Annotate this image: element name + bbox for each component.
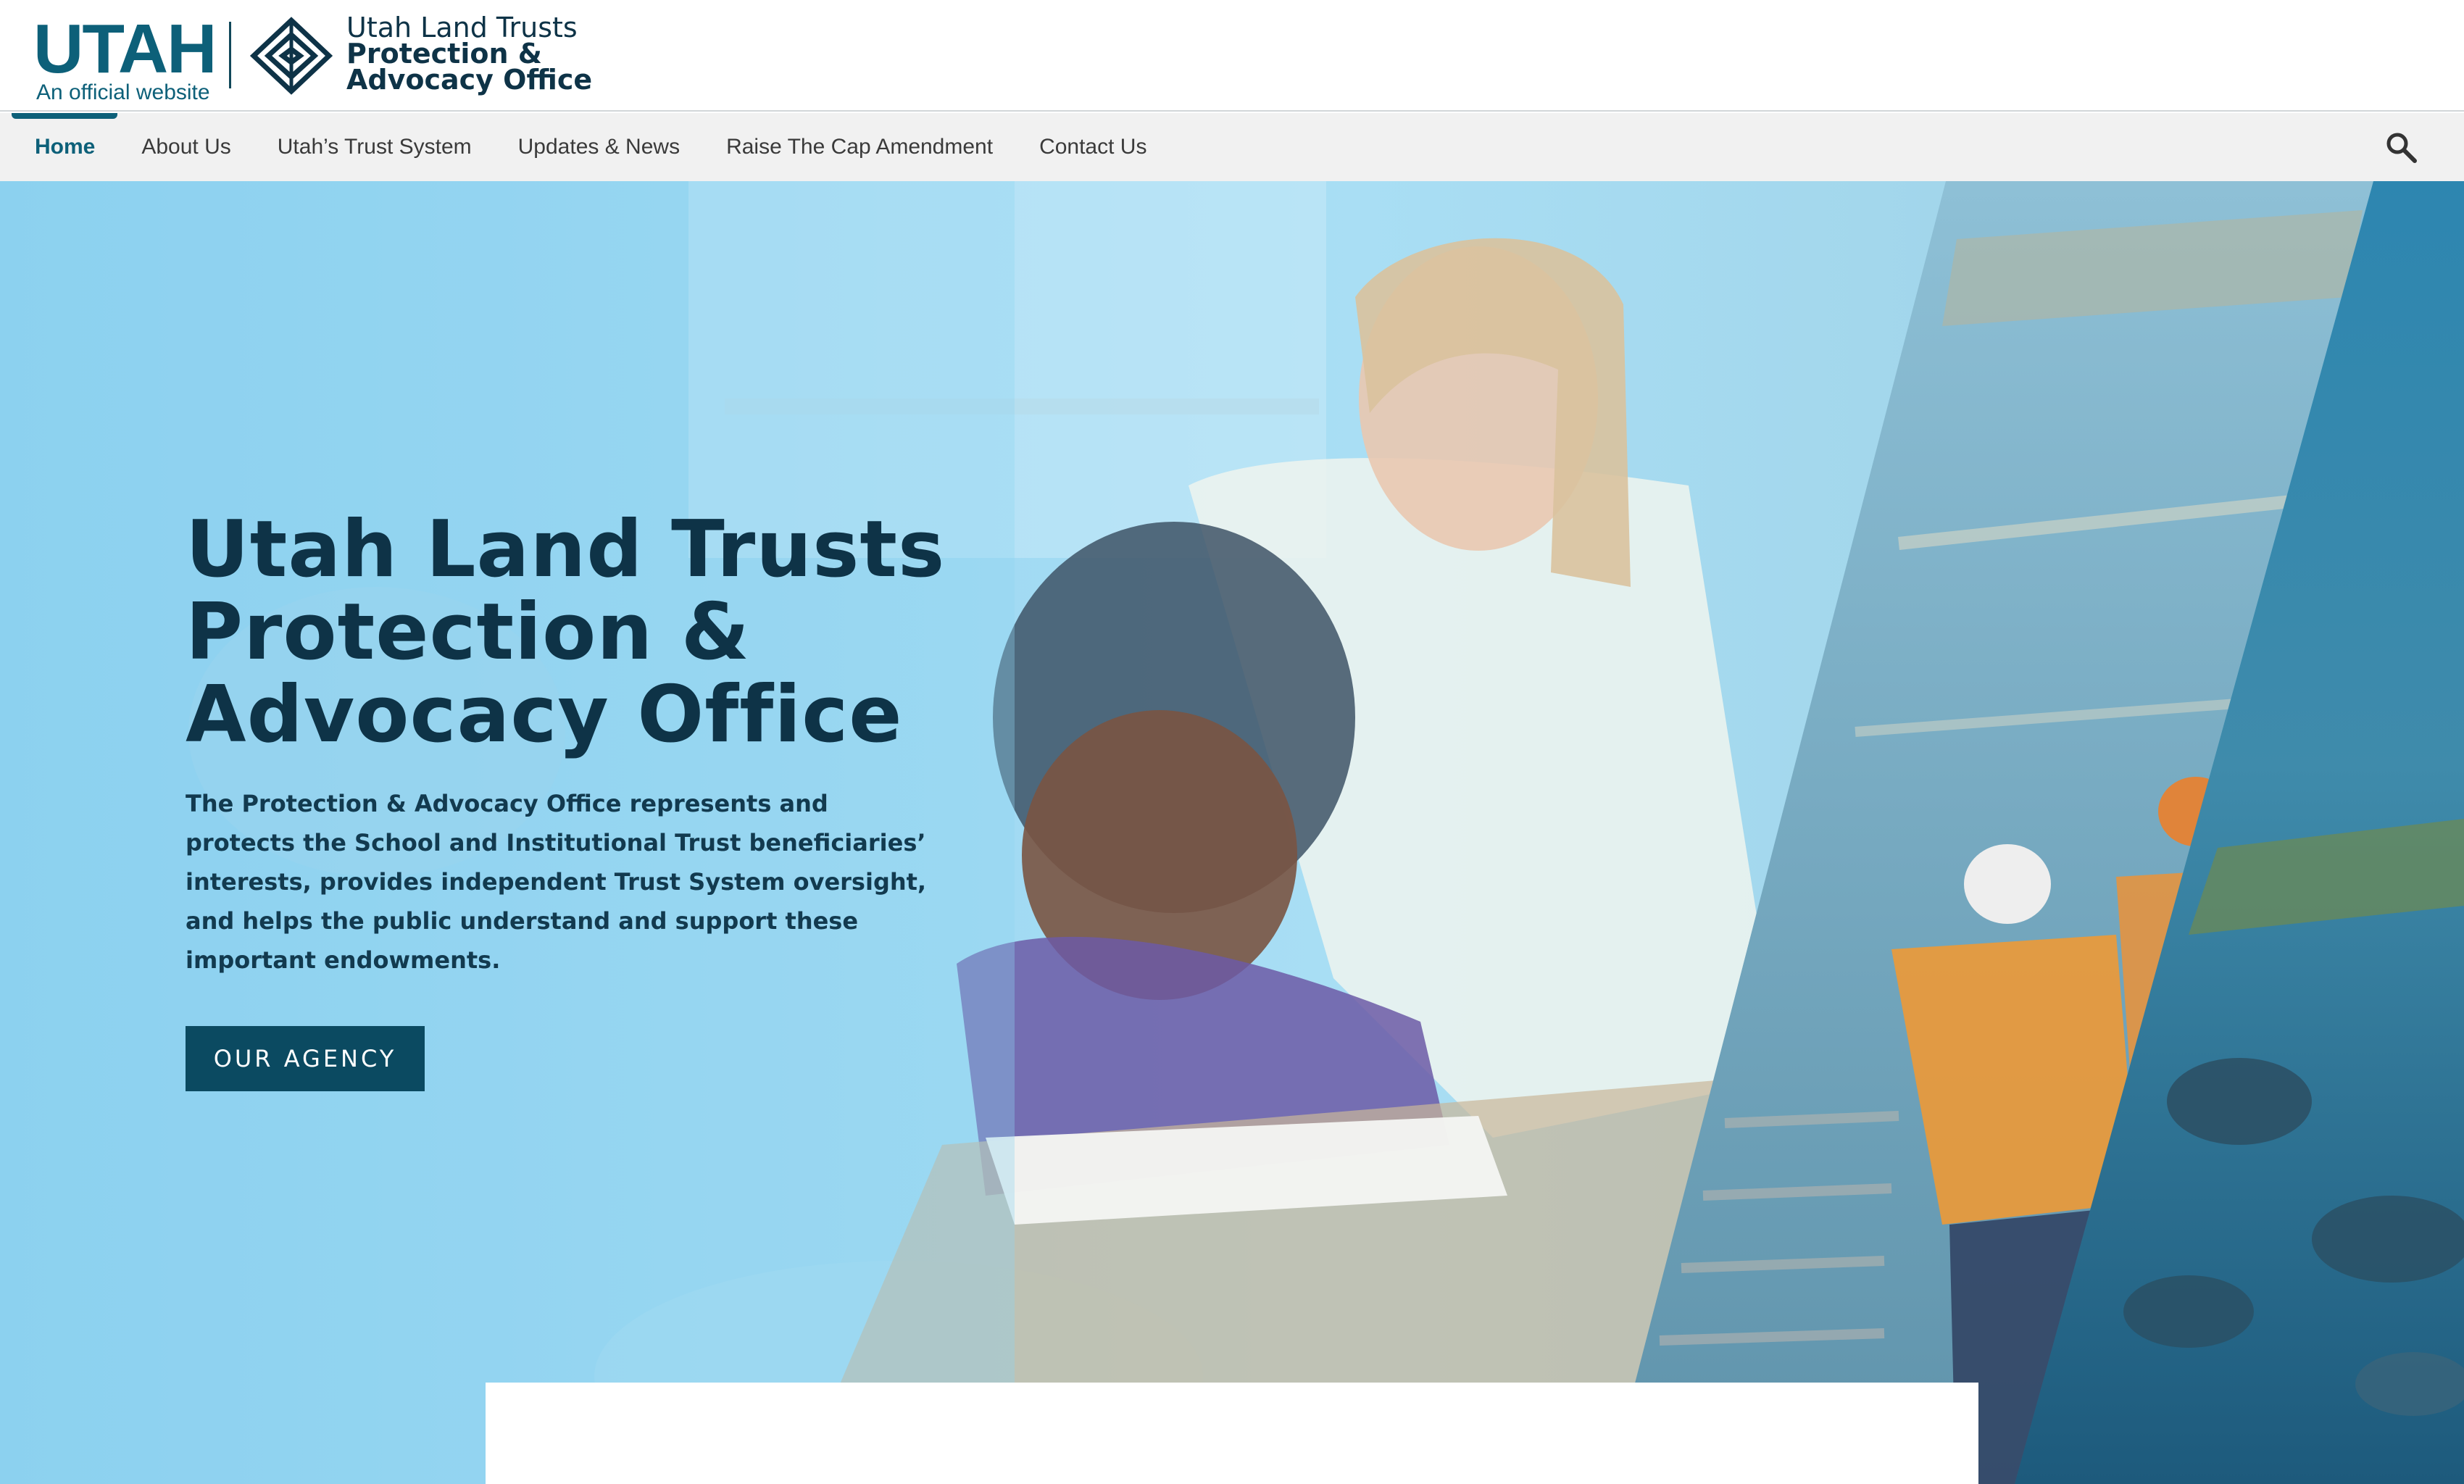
nav-item-home[interactable]: Home — [35, 135, 95, 159]
logo-divider — [229, 22, 231, 88]
nav-list: Home About Us Utah’s Trust System Update… — [35, 113, 1193, 181]
hero-description-line-3: interests, provides independent Trust Sy… — [186, 868, 927, 896]
nav-item-raise-the-cap[interactable]: Raise The Cap Amendment — [726, 135, 993, 159]
hero-description-line-1: The Protection & Advocacy Office represe… — [186, 790, 828, 817]
hero-description-line-5: important endowments. — [186, 946, 501, 974]
agency-diamond-logo-icon[interactable] — [249, 16, 333, 96]
agency-name-line-3: Advocacy Office — [346, 64, 593, 96]
site-header: UTAH An official website Utah Land Trust… — [0, 0, 2464, 112]
nav-item-trust-system[interactable]: Utah’s Trust System — [278, 135, 472, 159]
hero-title-line-3: Advocacy Office — [186, 670, 903, 760]
hero-title: Utah Land Trusts Protection & Advocacy O… — [186, 509, 1128, 756]
hero-description: The Protection & Advocacy Office represe… — [186, 784, 927, 980]
hero-title-line-1: Utah Land Trusts — [186, 504, 946, 595]
agency-name-line-2: Protection & — [346, 38, 542, 70]
content-card — [486, 1383, 1978, 1484]
nav-item-about-us[interactable]: About Us — [141, 135, 230, 159]
hero-banner: Utah Land Trusts Protection & Advocacy O… — [0, 181, 2464, 1484]
official-website-label: An official website — [36, 80, 210, 104]
our-agency-button[interactable]: OUR AGENCY — [186, 1026, 425, 1091]
main-nav: Home About Us Utah’s Trust System Update… — [0, 113, 2464, 181]
hero-description-line-2: protects the School and Institutional Tr… — [186, 829, 926, 856]
utah-wordmark: UTAH — [33, 10, 217, 88]
hero-description-line-4: and helps the public understand and supp… — [186, 907, 859, 935]
agency-name-line-1: Utah Land Trusts — [346, 12, 578, 43]
utah-official-logo[interactable]: UTAH An official website — [33, 13, 217, 104]
nav-item-updates-news[interactable]: Updates & News — [518, 135, 680, 159]
nav-item-contact-us[interactable]: Contact Us — [1039, 135, 1146, 159]
agency-name[interactable]: Utah Land Trusts Protection & Advocacy O… — [346, 14, 607, 93]
search-icon[interactable] — [2384, 130, 2418, 164]
hero-title-line-2: Protection & — [186, 587, 751, 678]
